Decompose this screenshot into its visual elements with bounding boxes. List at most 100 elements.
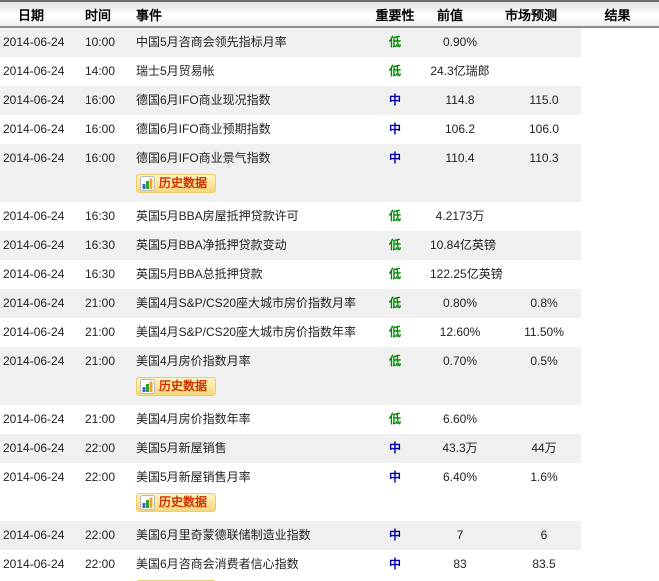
cell-importance: 低 [360, 289, 430, 318]
table-row: 2014-06-24 16:30 英国5月BBA净抵押贷款变动 低 10.84亿英镑 [0, 231, 659, 260]
history-data-badge-label: 历史数据 [159, 495, 208, 509]
cell-time: 21:00 [85, 296, 116, 310]
table-row: 2014-06-24 22:00 美国5月新屋销售 中 43.3万 44万 [0, 434, 659, 463]
cell-time: 21:00 [85, 325, 116, 339]
cell-forecast: 0.8% [530, 296, 558, 310]
cell-importance: 中 [360, 521, 430, 550]
importance-badge: 中 [388, 93, 401, 107]
history-data-badge[interactable]: 历史数据 [136, 174, 217, 193]
cell-event: 英国5月BBA房屋抵押贷款许可 [125, 202, 360, 231]
importance-badge: 低 [388, 35, 401, 49]
cell-previous: 4.2173万 [435, 209, 485, 223]
history-data-badge-label: 历史数据 [159, 176, 208, 190]
cell-importance: 中 [360, 144, 430, 173]
table-row: 2014-06-24 16:30 英国5月BBA总抵押贷款 低 122.25亿英镑 [0, 260, 659, 289]
cell-importance: 低 [360, 231, 430, 260]
cell-previous: 6.40% [442, 470, 478, 484]
event-title: 瑞士5月贸易帐 [136, 64, 215, 78]
cell-date: 2014-06-24 [3, 296, 65, 310]
event-title: 美国4月S&P/CS20座大城市房价指数年率 [136, 325, 357, 339]
cell-time: 22:00 [85, 557, 116, 571]
cell-time: 16:30 [85, 238, 116, 252]
cell-importance: 低 [360, 57, 430, 86]
importance-badge: 中 [388, 122, 401, 136]
bar-chart-icon [140, 495, 155, 510]
table-row: 2014-06-24 16:00 德国6月IFO商业景气指数 历史数据 中 110.4 11… [0, 144, 659, 202]
cell-date: 2014-06-24 [3, 267, 65, 281]
history-data-badge[interactable]: 历史数据 [136, 493, 217, 512]
table-row: 2014-06-24 21:00 美国4月S&P/CS20座大城市房价指数月率 低 0.… [0, 289, 659, 318]
cell-event: 美国5月新屋销售 [125, 434, 360, 463]
event-title: 美国6月里奇蒙德联储制造业指数 [136, 528, 311, 542]
cell-time: 22:00 [85, 441, 116, 455]
cell-time: 16:00 [85, 122, 116, 136]
cell-time: 14:00 [85, 64, 116, 78]
cell-date: 2014-06-24 [3, 64, 65, 78]
economic-calendar-table: 日期 时间 事件 重要性 前值 市场预测 结果 2014-06-24 10:00 中… [0, 0, 659, 581]
cell-event: 美国5月新屋销售月率 历史数据 [125, 463, 360, 521]
column-header-event: 事件 [136, 7, 163, 23]
cell-event: 美国6月里奇蒙德联储制造业指数 [125, 521, 360, 550]
table-row: 2014-06-24 22:00 美国6月里奇蒙德联储制造业指数 中 7 6 [0, 521, 659, 550]
importance-badge: 低 [388, 325, 401, 339]
event-title: 英国5月BBA净抵押贷款变动 [136, 238, 287, 252]
table-row: 2014-06-24 21:00 美国4月S&P/CS20座大城市房价指数年率 低 12… [0, 318, 659, 347]
cell-time: 16:30 [85, 267, 116, 281]
column-header-date: 日期 [18, 7, 45, 23]
cell-forecast: 44万 [531, 441, 557, 455]
history-data-badge[interactable]: 历史数据 [136, 377, 217, 396]
cell-importance: 中 [360, 434, 430, 463]
cell-previous: 43.3万 [442, 441, 478, 455]
cell-event: 英国5月BBA总抵押贷款 [125, 260, 360, 289]
event-title: 美国4月S&P/CS20座大城市房价指数月率 [136, 296, 357, 310]
cell-previous: 6.60% [442, 412, 478, 426]
importance-badge: 低 [388, 412, 401, 426]
cell-time: 22:00 [85, 470, 116, 484]
cell-event: 美国6月咨商会消费者信心指数历史数据 [125, 550, 360, 581]
event-title: 英国5月BBA总抵押贷款 [136, 267, 263, 281]
column-header-previous: 前值 [436, 7, 463, 23]
cell-date: 2014-06-24 [3, 151, 65, 165]
column-header-result: 结果 [604, 7, 631, 23]
cell-time: 16:00 [85, 93, 116, 107]
cell-date: 2014-06-24 [3, 35, 65, 49]
cell-previous: 12.60% [439, 325, 481, 339]
cell-time: 16:30 [85, 209, 116, 223]
column-header-time: 时间 [85, 7, 112, 23]
cell-previous: 0.90% [442, 35, 478, 49]
event-title: 德国6月IFO商业景气指数 [136, 151, 271, 165]
table-row: 2014-06-24 21:00 美国4月房价指数月率 历史数据 低 0.70% 0.5% [0, 347, 659, 405]
cell-importance: 低 [360, 405, 430, 434]
table-row: 2014-06-24 16:00 德国6月IFO商业现况指数 中 114.8 115.0 [0, 86, 659, 115]
cell-previous: 110.4 [445, 151, 475, 165]
cell-forecast: 0.5% [530, 354, 558, 368]
cell-importance: 中 [360, 86, 430, 115]
cell-date: 2014-06-24 [3, 470, 65, 484]
cell-event: 德国6月IFO商业现况指数 [125, 86, 360, 115]
cell-date: 2014-06-24 [3, 354, 65, 368]
bar-chart-icon [140, 176, 155, 191]
table-body: 2014-06-24 10:00 中国5月咨商会领先指标月率低 0.90% 2014-0… [0, 28, 659, 581]
cell-event: 中国5月咨商会领先指标月率 [125, 28, 360, 57]
cell-forecast: 1.6% [530, 470, 558, 484]
table-row: 2014-06-24 10:00 中国5月咨商会领先指标月率 低 0.90% [0, 28, 659, 57]
cell-importance: 低 [360, 347, 430, 376]
cell-importance: 中 [360, 115, 430, 144]
bar-chart-icon [140, 379, 155, 394]
cell-forecast: 83.5 [532, 557, 556, 571]
cell-time: 21:00 [85, 354, 116, 368]
column-header-forecast: 市场预测 [504, 7, 557, 23]
importance-badge: 低 [388, 354, 401, 368]
cell-time: 21:00 [85, 412, 116, 426]
cell-importance: 中 [360, 463, 430, 492]
importance-badge: 中 [388, 557, 401, 571]
event-title: 美国6月咨商会消费者信心指数 [136, 557, 299, 571]
cell-event: 美国4月S&P/CS20座大城市房价指数月率 [125, 289, 360, 318]
importance-badge: 低 [388, 238, 401, 252]
table-row: 2014-06-24 22:00 美国6月咨商会消费者信心指数历史数据 中 83 83.5 [0, 550, 659, 581]
event-title: 德国6月IFO商业现况指数 [136, 93, 271, 107]
importance-badge: 中 [388, 470, 401, 484]
cell-forecast: 6 [540, 528, 548, 542]
cell-date: 2014-06-24 [3, 528, 65, 542]
table-header: 日期 时间 事件 重要性 前值 市场预测 结果 [0, 0, 659, 28]
